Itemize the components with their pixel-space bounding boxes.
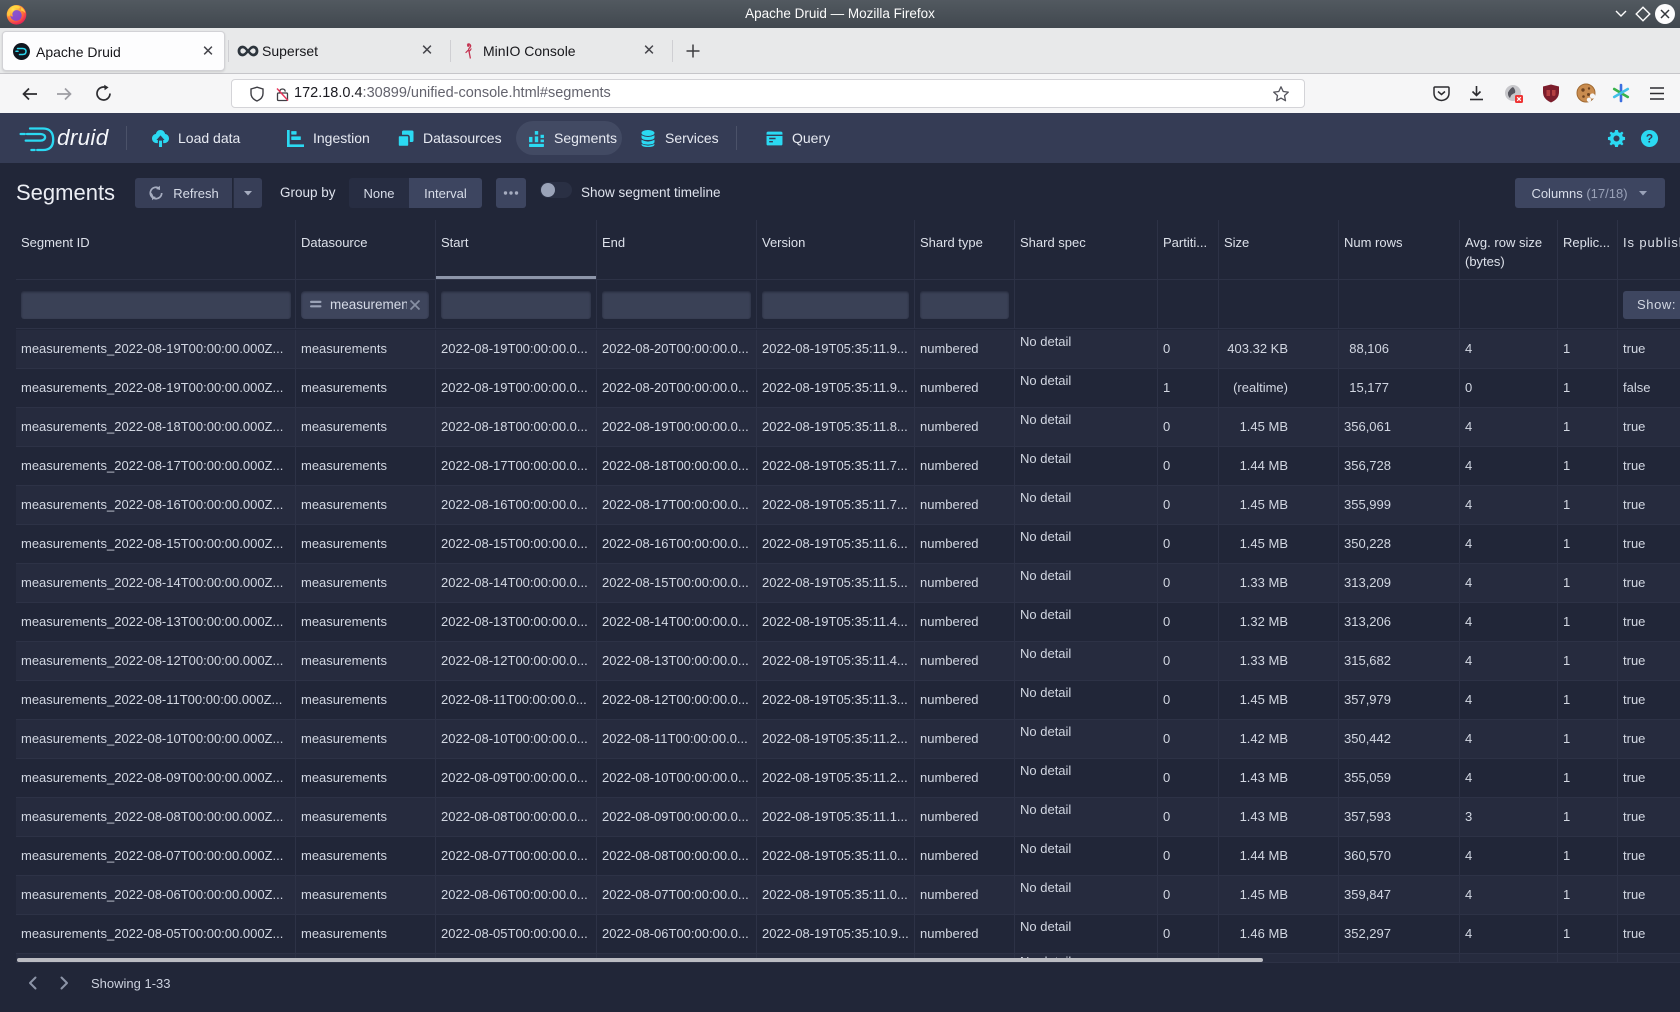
svg-text:?: ? — [1646, 132, 1653, 146]
